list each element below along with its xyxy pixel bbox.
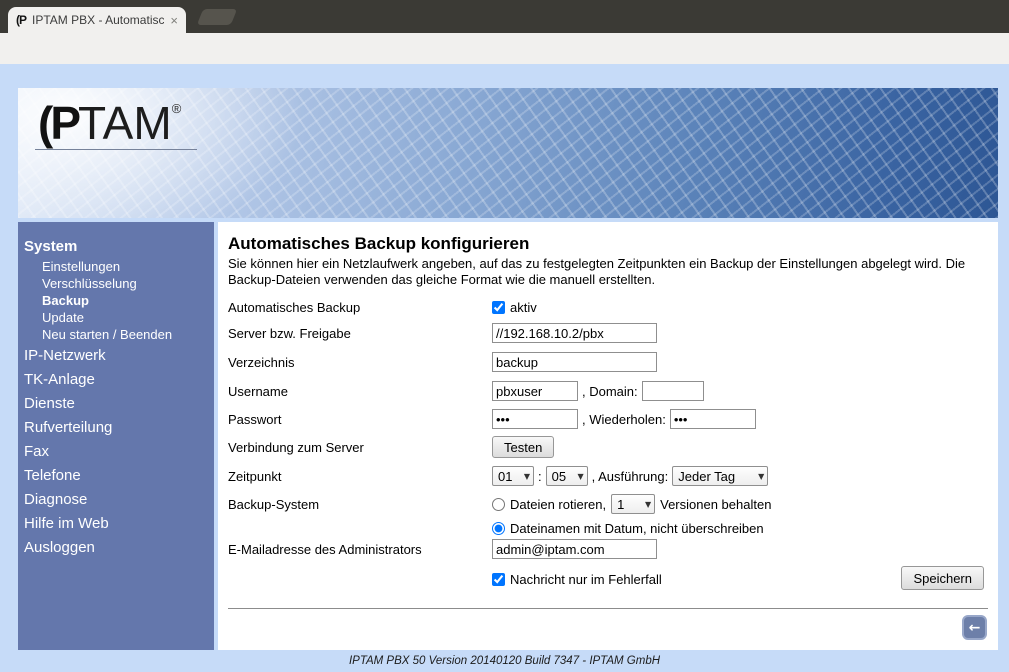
chevron-down-icon: ▼ <box>524 472 530 481</box>
iptam-logo: (PTAM® <box>38 96 181 150</box>
sidebar-item-system[interactable]: System <box>18 234 214 258</box>
row-server: Server bzw. Freigabe <box>228 322 657 344</box>
logo-underline <box>35 149 197 150</box>
browser-tab[interactable]: (P IPTAM PBX - Automatisch × <box>8 7 186 33</box>
iptam-favicon-icon: (P <box>16 13 26 27</box>
sidebar-nav: System Einstellungen Verschlüsselung Bac… <box>18 222 214 650</box>
password-input[interactable] <box>492 409 578 429</box>
autobackup-checkbox-label: aktiv <box>510 300 537 315</box>
password-repeat-input[interactable] <box>670 409 756 429</box>
page-content: (PTAM® System Einstellungen Verschlüssel… <box>0 64 1009 672</box>
save-button[interactable]: Speichern <box>901 566 984 590</box>
header-banner: (PTAM® <box>18 88 998 218</box>
sidebar-item-tk-anlage[interactable]: TK-Anlage <box>18 367 214 391</box>
autobackup-active-checkbox[interactable] <box>492 301 505 314</box>
password-repeat-label: , Wiederholen: <box>582 412 666 427</box>
directory-input[interactable] <box>492 352 657 372</box>
domain-input[interactable] <box>642 381 704 401</box>
username-input[interactable] <box>492 381 578 401</box>
browser-tab-bar: (P IPTAM PBX - Automatisch × <box>0 0 1009 33</box>
execution-select[interactable]: Jeder Tag ▼ <box>672 466 768 486</box>
logo-ip-text: (P <box>38 97 78 149</box>
registered-mark: ® <box>172 101 182 116</box>
sidebar-item-verschluesselung[interactable]: Verschlüsselung <box>18 275 214 292</box>
sidebar-item-dienste[interactable]: Dienste <box>18 391 214 415</box>
page-description: Sie können hier ein Netzlaufwerk angeben… <box>228 256 985 287</box>
divider <box>228 608 988 609</box>
row-password: Passwort , Wiederholen: <box>228 408 756 430</box>
sidebar-item-ip-netzwerk[interactable]: IP-Netzwerk <box>18 343 214 367</box>
password-label: Passwort <box>228 412 492 427</box>
schedule-colon: : <box>538 469 542 484</box>
sidebar-item-rufverteilung[interactable]: Rufverteilung <box>18 415 214 439</box>
server-share-input[interactable] <box>492 323 657 343</box>
minute-value: 05 <box>552 469 566 484</box>
row-error-notify: Nachricht nur im Fehlerfall <box>228 568 662 590</box>
sidebar-item-update[interactable]: Update <box>18 309 214 326</box>
browser-window: (P IPTAM PBX - Automatisch × ← → ↻ 192.1… <box>0 0 1009 672</box>
directory-label: Verzeichnis <box>228 355 492 370</box>
row-admin-email: E-Mailadresse des Administrators <box>228 538 657 560</box>
row-backup-system-rotate: Backup-System Dateien rotieren, 1 ▼ Vers… <box>228 493 771 515</box>
footer-bar: IPTAM PBX 50 Version 20140120 Build 7347… <box>0 650 1009 672</box>
connection-label: Verbindung zum Server <box>228 440 492 455</box>
tab-title: IPTAM PBX - Automatisch <box>32 13 164 27</box>
sidebar-item-telefone[interactable]: Telefone <box>18 463 214 487</box>
execution-label: , Ausführung: <box>592 469 669 484</box>
error-only-label: Nachricht nur im Fehlerfall <box>510 572 662 587</box>
row-directory: Verzeichnis <box>228 351 657 373</box>
error-only-checkbox[interactable] <box>492 573 505 586</box>
versions-keep-label: Versionen behalten <box>660 497 771 512</box>
admin-email-input[interactable] <box>492 539 657 559</box>
minute-select[interactable]: 05 ▼ <box>546 466 588 486</box>
row-connection-test: Verbindung zum Server Testen <box>228 436 554 458</box>
sidebar-item-diagnose[interactable]: Diagnose <box>18 487 214 511</box>
server-label: Server bzw. Freigabe <box>228 326 492 341</box>
hour-value: 01 <box>498 469 512 484</box>
date-filename-radio[interactable] <box>492 522 505 535</box>
logo-tam-text: TAM <box>78 97 172 149</box>
domain-label: , Domain: <box>582 384 638 399</box>
tab-close-icon[interactable]: × <box>170 13 178 28</box>
hour-select[interactable]: 01 ▼ <box>492 466 534 486</box>
chevron-down-icon: ▼ <box>577 472 583 481</box>
username-label: Username <box>228 384 492 399</box>
row-autobackup: Automatisches Backup aktiv <box>228 296 537 318</box>
backup-system-label: Backup-System <box>228 497 492 512</box>
row-username: Username , Domain: <box>228 380 704 402</box>
rotate-files-label: Dateien rotieren, <box>510 497 606 512</box>
sidebar-item-backup[interactable]: Backup <box>18 292 214 309</box>
new-tab-button[interactable] <box>197 9 237 25</box>
browser-toolbar: ← → ↻ 192.168.10.70/autobackup ☆ <box>0 33 1009 64</box>
sidebar-item-neustarten[interactable]: Neu starten / Beenden <box>18 326 214 343</box>
page-title: Automatisches Backup konfigurieren <box>228 234 529 254</box>
main-panel: Automatisches Backup konfigurieren Sie k… <box>218 222 998 650</box>
rotate-files-radio[interactable] <box>492 498 505 511</box>
execution-value: Jeder Tag <box>678 469 735 484</box>
admin-email-label: E-Mailadresse des Administrators <box>228 542 492 557</box>
footer-version-text: IPTAM PBX 50 Version 20140120 Build 7347… <box>349 655 660 667</box>
row-backup-system-datename: Dateinamen mit Datum, nicht überschreibe… <box>228 517 764 539</box>
test-connection-button[interactable]: Testen <box>492 436 554 458</box>
date-filename-label: Dateinamen mit Datum, nicht überschreibe… <box>510 521 764 536</box>
row-schedule: Zeitpunkt 01 ▼ : 05 ▼ , Ausführung: Jede… <box>228 465 768 487</box>
sidebar-item-fax[interactable]: Fax <box>18 439 214 463</box>
sidebar-item-hilfe[interactable]: Hilfe im Web <box>18 511 214 535</box>
versions-select[interactable]: 1 ▼ <box>611 494 655 514</box>
sidebar-item-ausloggen[interactable]: Ausloggen <box>18 535 214 559</box>
chevron-down-icon: ▼ <box>645 500 651 509</box>
sidebar-item-einstellungen[interactable]: Einstellungen <box>18 258 214 275</box>
schedule-label: Zeitpunkt <box>228 469 492 484</box>
back-nav-button[interactable]: ← <box>962 615 987 640</box>
autobackup-label: Automatisches Backup <box>228 300 492 315</box>
chevron-down-icon: ▼ <box>758 472 764 481</box>
versions-value: 1 <box>617 497 624 512</box>
